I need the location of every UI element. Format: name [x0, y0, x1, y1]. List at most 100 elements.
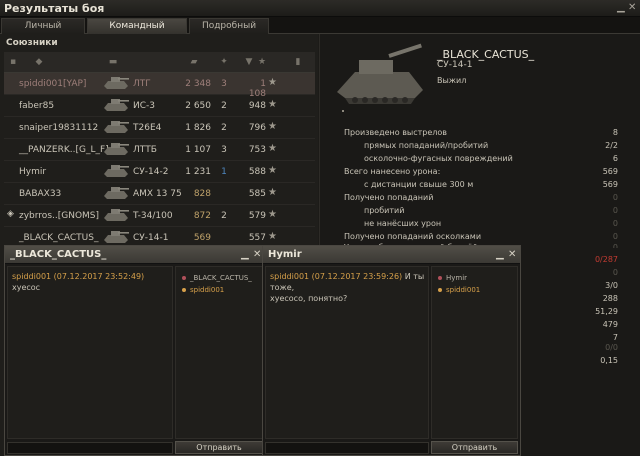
ally-row[interactable]: faber85 ИС-3 2 650 2 948 ★	[4, 95, 315, 117]
xp-value: 948	[248, 101, 266, 111]
player-column-icon[interactable]: ◆	[34, 57, 44, 67]
chat-window-black-cactus: _BLACK_CACTUS_ ▁ ✕ spiddi001 (07.12.2017…	[4, 245, 266, 456]
chat-messages: spiddi001 (07.12.2017 23:59:26) И ты тож…	[265, 266, 429, 439]
tank-name: T-34/100	[133, 211, 173, 221]
frags-column-icon[interactable]: ✦	[219, 57, 229, 67]
damage-value: 1 826	[185, 123, 211, 133]
player-name: faber85	[19, 101, 55, 111]
close-icon[interactable]: ✕	[253, 249, 261, 260]
user-status-icon	[182, 288, 186, 292]
player-name: BABAX33	[19, 189, 62, 199]
ally-row[interactable]: Hymir СУ-14-2 1 231 1 588 ★	[4, 161, 315, 183]
message-author: spiddi001 (07.12.2017 23:52:49)	[12, 272, 145, 281]
tank-icon	[104, 99, 129, 111]
player-name: spiddi001[YAP]	[19, 79, 87, 89]
ally-row[interactable]: spiddi001[YAP] ЛТГ 2 348 3 1 108 ★	[4, 73, 315, 99]
allies-table-header: ▪ ◆ ▬ ▰ ✦ ▼ ★ ▮	[4, 52, 315, 73]
send-button[interactable]: Отправить	[431, 441, 518, 454]
tab-detailed-report[interactable]: Подробный отчёт	[189, 18, 269, 46]
vehicle-column-icon[interactable]: ▬	[108, 57, 118, 67]
squad-column-icon[interactable]: ▪	[8, 57, 18, 67]
chat-user-item[interactable]: Hymir	[438, 274, 467, 282]
stat-label-long-range: с дистанции свыше 300 м	[364, 180, 474, 189]
separator-dot	[342, 110, 344, 112]
star-icon[interactable]: ★	[257, 57, 267, 67]
stat-label-shots: Произведено выстрелов	[344, 128, 448, 137]
stat-label-no-damage: не нанёсших урон	[364, 219, 442, 228]
chat-user-list: Hymir spiddi001	[431, 266, 518, 439]
stat-lower-4: 288	[602, 294, 618, 303]
stat-value-blocked: 0	[612, 243, 618, 248]
minimize-icon[interactable]: ▁	[617, 3, 625, 13]
ally-row[interactable]: __PANZERK..[G_L_F] ЛТТБ 1 107 3 753 ★	[4, 139, 315, 161]
chat-user-item[interactable]: _BLACK_CACTUS_	[182, 274, 252, 282]
send-button[interactable]: Отправить	[175, 441, 263, 454]
ally-row[interactable]: BABAX33 AMX 13 75 828 585 ★	[4, 183, 315, 205]
star-icon: ★	[268, 165, 277, 176]
tank-name: AMX 13 75	[133, 189, 182, 199]
close-icon[interactable]: ✕	[628, 3, 636, 13]
tank-name: СУ-14-1	[133, 233, 169, 243]
player-name: snaiper19831112	[19, 123, 99, 133]
chat-message: spiddi001 (07.12.2017 23:52:49) хуесос	[12, 271, 172, 293]
ally-row[interactable]: snaiper19831112 T26E4 1 826 2 796 ★	[4, 117, 315, 139]
stat-value-no-damage: 0	[612, 219, 618, 228]
window-title: Результаты боя	[4, 2, 105, 15]
damage-value: 1 231	[185, 167, 211, 177]
xp-column-icon[interactable]: ▼	[243, 57, 255, 67]
allies-heading: Союзники	[6, 38, 58, 48]
tab-personal-result[interactable]: Личный результат	[1, 18, 85, 46]
tank-name: ЛТТБ	[133, 145, 157, 155]
player-status: Выжил	[437, 76, 467, 85]
frags-value: 2	[221, 101, 227, 111]
chat-title-bar[interactable]: _BLACK_CACTUS_ ▁ ✕	[5, 246, 265, 264]
star-icon: ★	[268, 99, 277, 110]
damage-value: 828	[193, 189, 211, 199]
tank-name: ИС-3	[133, 101, 155, 111]
damage-value: 1 107	[185, 145, 211, 155]
stat-lower-5: 51,29	[595, 307, 618, 316]
frags-value: 2	[221, 123, 227, 133]
stat-lower-7: 7	[612, 333, 618, 342]
tank-icon	[104, 121, 129, 133]
ally-row[interactable]: zybrros..[GNOMS] T-34/100 872 2 579 ★ ◈	[4, 205, 315, 227]
tab-bar: Личный результат Командный результат Под…	[0, 17, 640, 46]
stat-value-he: 6	[612, 154, 618, 163]
star-icon: ★	[268, 231, 277, 242]
damage-value: 569	[193, 233, 211, 243]
message-text-continued: хуесосо, понятно?	[270, 294, 348, 303]
user-status-icon	[438, 276, 442, 280]
chat-message-input[interactable]	[265, 442, 429, 454]
stat-label-he: осколочно-фугасных повреждений	[364, 154, 513, 163]
user-status-icon	[438, 288, 442, 292]
tab-team-result[interactable]: Командный результат	[87, 18, 187, 46]
tank-icon	[104, 143, 129, 155]
achievement-column-icon[interactable]: ▮	[293, 57, 303, 67]
damage-column-icon[interactable]: ▰	[189, 57, 199, 67]
minimize-icon[interactable]: ▁	[496, 249, 504, 260]
xp-value: 585	[248, 189, 266, 199]
player-tank: СУ-14-1	[437, 60, 473, 70]
frags-value: 3	[221, 79, 227, 89]
damage-value: 872	[193, 211, 211, 221]
chat-user-item[interactable]: spiddi001	[182, 286, 224, 294]
chat-title: Hymir	[268, 249, 302, 260]
tank-name: T26E4	[133, 123, 162, 133]
stat-lower-6: 479	[602, 320, 618, 329]
frags-value: 3	[221, 145, 227, 155]
battle-results-window: Результаты боя ▁ ✕ Личный результат Кома…	[0, 0, 640, 456]
star-icon: ★	[268, 143, 277, 154]
star-icon: ★	[268, 209, 277, 220]
chat-user-item[interactable]: spiddi001	[438, 286, 480, 294]
tank-name: СУ-14-2	[133, 167, 169, 177]
damage-value: 2 650	[185, 101, 211, 111]
close-icon[interactable]: ✕	[508, 249, 516, 260]
chat-message-input[interactable]	[7, 442, 173, 454]
player-name: zybrros..[GNOMS]	[19, 211, 100, 221]
minimize-icon[interactable]: ▁	[241, 249, 249, 260]
stat-value-received: 0	[612, 193, 618, 202]
stat-lower-2: 0	[612, 268, 618, 277]
chat-title-bar[interactable]: Hymir ▁ ✕	[263, 246, 520, 264]
stat-value-long-range: 569	[602, 180, 618, 189]
message-author: spiddi001 (07.12.2017 23:59:26)	[270, 272, 403, 281]
